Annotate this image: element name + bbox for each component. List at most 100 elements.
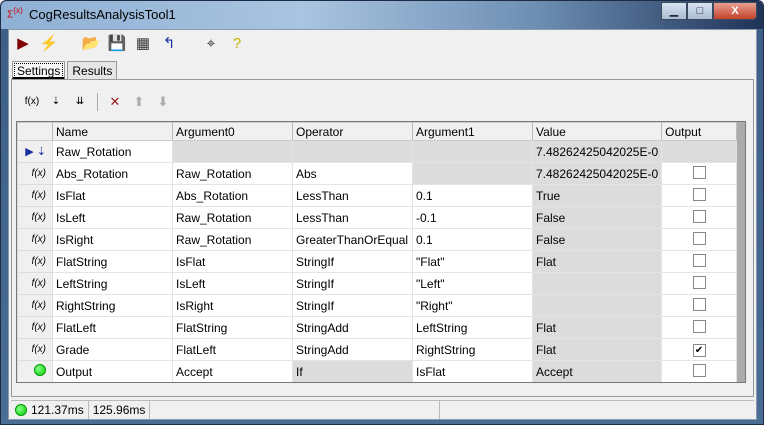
cell-op[interactable]: [292, 140, 413, 163]
save-as-icon[interactable]: ▦: [133, 34, 153, 54]
cell-output[interactable]: [661, 228, 738, 251]
column-header-name[interactable]: Name: [52, 122, 173, 141]
table-row[interactable]: ▶ ⇣ Raw_Rotation 7.48262425042025E-0: [17, 140, 738, 163]
cell-arg0[interactable]: Abs_Rotation: [172, 184, 293, 207]
row-header[interactable]: ▶ ⇣: [17, 140, 53, 163]
table-row[interactable]: f(x) FlatString IsFlat StringIf "Flat" Flat: [17, 250, 738, 273]
cell-arg1[interactable]: "Left": [412, 272, 533, 295]
cell-arg0[interactable]: Accept: [172, 360, 293, 382]
column-header-argument1[interactable]: Argument1: [412, 122, 533, 141]
cell-name[interactable]: LeftString: [52, 272, 173, 295]
output-checkbox[interactable]: [692, 187, 706, 201]
cell-output[interactable]: ✔: [661, 338, 738, 361]
table-row[interactable]: f(x) Grade FlatLeft StringAdd RightString Fla…: [17, 338, 738, 361]
cell-output[interactable]: [661, 360, 738, 382]
cell-arg0[interactable]: Raw_Rotation: [172, 206, 293, 229]
cell-name[interactable]: Output: [52, 360, 173, 382]
cell-name[interactable]: IsLeft: [52, 206, 173, 229]
move-up-icon[interactable]: ⬆: [129, 92, 149, 112]
close-button[interactable]: X: [713, 2, 757, 20]
add-expression-icon[interactable]: f(x): [22, 92, 42, 112]
table-row[interactable]: f(x) IsFlat Abs_Rotation LessThan 0.1 True: [17, 184, 738, 207]
cell-arg1[interactable]: 0.1: [412, 228, 533, 251]
cell-arg0[interactable]: FlatString: [172, 316, 293, 339]
output-checkbox[interactable]: [692, 231, 706, 245]
cell-arg0[interactable]: IsRight: [172, 294, 293, 317]
table-row[interactable]: f(x) IsRight Raw_Rotation GreaterThanOrEqua…: [17, 228, 738, 251]
cell-output[interactable]: [661, 140, 738, 163]
cell-output[interactable]: [661, 294, 738, 317]
table-row[interactable]: f(x) FlatLeft FlatString StringAdd LeftStrin…: [17, 316, 738, 339]
cell-arg1[interactable]: "Right": [412, 294, 533, 317]
cell-op[interactable]: StringAdd: [292, 316, 413, 339]
move-down-icon[interactable]: ⬇: [153, 92, 173, 112]
help-icon[interactable]: ?: [227, 34, 247, 54]
cell-name[interactable]: FlatLeft: [52, 316, 173, 339]
output-checkbox[interactable]: [692, 209, 706, 223]
output-checkbox[interactable]: [692, 275, 706, 289]
cell-output[interactable]: [661, 272, 738, 295]
cell-output[interactable]: [661, 316, 738, 339]
row-header[interactable]: f(x): [17, 206, 53, 229]
row-header[interactable]: f(x): [17, 228, 53, 251]
cell-arg0[interactable]: Raw_Rotation: [172, 228, 293, 251]
output-checkbox[interactable]: ✔: [692, 344, 706, 357]
row-header[interactable]: f(x): [17, 184, 53, 207]
cell-name[interactable]: Grade: [52, 338, 173, 361]
column-header-argument0[interactable]: Argument0: [172, 122, 293, 141]
cell-op[interactable]: StringIf: [292, 272, 413, 295]
row-header[interactable]: f(x): [17, 272, 53, 295]
add-input-icon[interactable]: ⇣: [46, 92, 66, 112]
table-row[interactable]: f(x) LeftString IsLeft StringIf "Left": [17, 272, 738, 295]
output-checkbox[interactable]: [692, 253, 706, 267]
table-row[interactable]: f(x) Abs_Rotation Raw_Rotation Abs 7.4826242…: [17, 162, 738, 185]
cell-op[interactable]: StringAdd: [292, 338, 413, 361]
row-header[interactable]: f(x): [17, 338, 53, 361]
cell-output[interactable]: [661, 250, 738, 273]
cell-op[interactable]: GreaterThanOrEqual: [292, 228, 413, 251]
cell-name[interactable]: RightString: [52, 294, 173, 317]
pointer-icon[interactable]: ⌖: [201, 34, 221, 54]
cell-name[interactable]: Raw_Rotation: [52, 140, 173, 163]
minimize-button[interactable]: ▁: [661, 2, 687, 20]
cell-arg0[interactable]: IsLeft: [172, 272, 293, 295]
tab-results[interactable]: Results: [67, 61, 118, 80]
row-header[interactable]: f(x): [17, 294, 53, 317]
cell-output[interactable]: [661, 184, 738, 207]
cell-op[interactable]: Abs: [292, 162, 413, 185]
maximize-button[interactable]: □: [687, 2, 713, 20]
output-checkbox[interactable]: [692, 297, 706, 311]
delete-icon[interactable]: ✕: [105, 92, 125, 112]
cell-arg0[interactable]: FlatLeft: [172, 338, 293, 361]
column-header-value[interactable]: Value: [531, 122, 663, 141]
cell-arg0[interactable]: [172, 140, 293, 163]
tab-settings[interactable]: Settings: [12, 61, 66, 80]
cell-op[interactable]: LessThan: [292, 184, 413, 207]
cell-arg0[interactable]: IsFlat: [172, 250, 293, 273]
cell-output[interactable]: [661, 206, 738, 229]
cell-name[interactable]: FlatString: [52, 250, 173, 273]
cell-arg1[interactable]: IsFlat: [412, 360, 533, 382]
cell-op[interactable]: StringIf: [292, 250, 413, 273]
reset-icon[interactable]: ↰: [159, 34, 179, 54]
cell-arg0[interactable]: Raw_Rotation: [172, 162, 293, 185]
output-checkbox[interactable]: [692, 319, 706, 333]
cell-output[interactable]: [661, 162, 738, 185]
cell-op[interactable]: LessThan: [292, 206, 413, 229]
row-header[interactable]: f(x): [17, 162, 53, 185]
cell-op[interactable]: StringIf: [292, 294, 413, 317]
cell-arg1[interactable]: LeftString: [412, 316, 533, 339]
column-header-operator[interactable]: Operator: [292, 122, 413, 141]
column-header-output[interactable]: Output: [661, 122, 738, 141]
cell-arg1[interactable]: -0.1: [412, 206, 533, 229]
cell-arg1[interactable]: RightString: [412, 338, 533, 361]
cell-arg1[interactable]: [412, 140, 533, 163]
save-icon[interactable]: 💾: [107, 34, 127, 54]
lightning-icon[interactable]: ⚡: [39, 34, 59, 54]
row-header[interactable]: [17, 360, 53, 382]
open-folder-icon[interactable]: 📂: [81, 34, 101, 54]
output-checkbox[interactable]: [692, 363, 706, 377]
add-inputs-icon[interactable]: ⇊: [70, 92, 90, 112]
table-row[interactable]: f(x) RightString IsRight StringIf "Right": [17, 294, 738, 317]
cell-arg1[interactable]: "Flat": [412, 250, 533, 273]
